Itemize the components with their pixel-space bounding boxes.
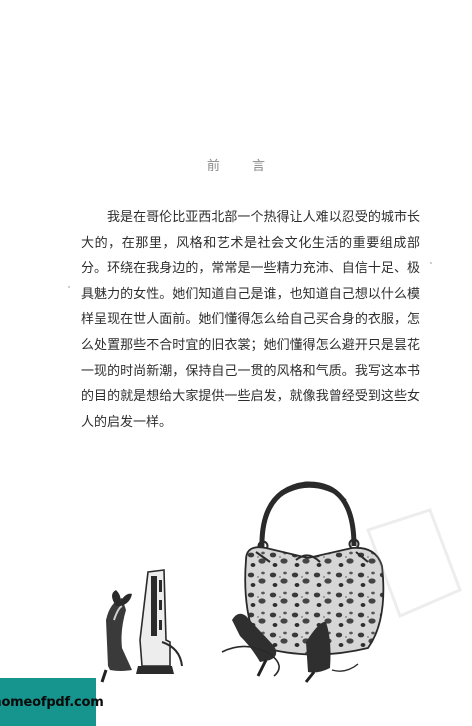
preface-paragraph: 我是在哥伦比亚西北部一个热得让人难以忍受的城市长大的，在那里，风格和艺术是社会文… <box>81 210 420 430</box>
bow-heel-shoe <box>100 590 132 683</box>
fashion-illustration <box>100 481 462 683</box>
site-watermark-badge: homeofpdf.com <box>0 678 104 726</box>
tall-boot <box>136 569 183 674</box>
print-speck <box>430 262 432 264</box>
book-page: 前 言 我是在哥伦比亚西北部一个热得让人难以忍受的城市长大的，在那里，风格和艺术… <box>0 0 472 726</box>
print-speck <box>68 286 70 288</box>
leopard-handbag <box>244 481 385 656</box>
preface-heading: 前 言 <box>206 159 280 174</box>
